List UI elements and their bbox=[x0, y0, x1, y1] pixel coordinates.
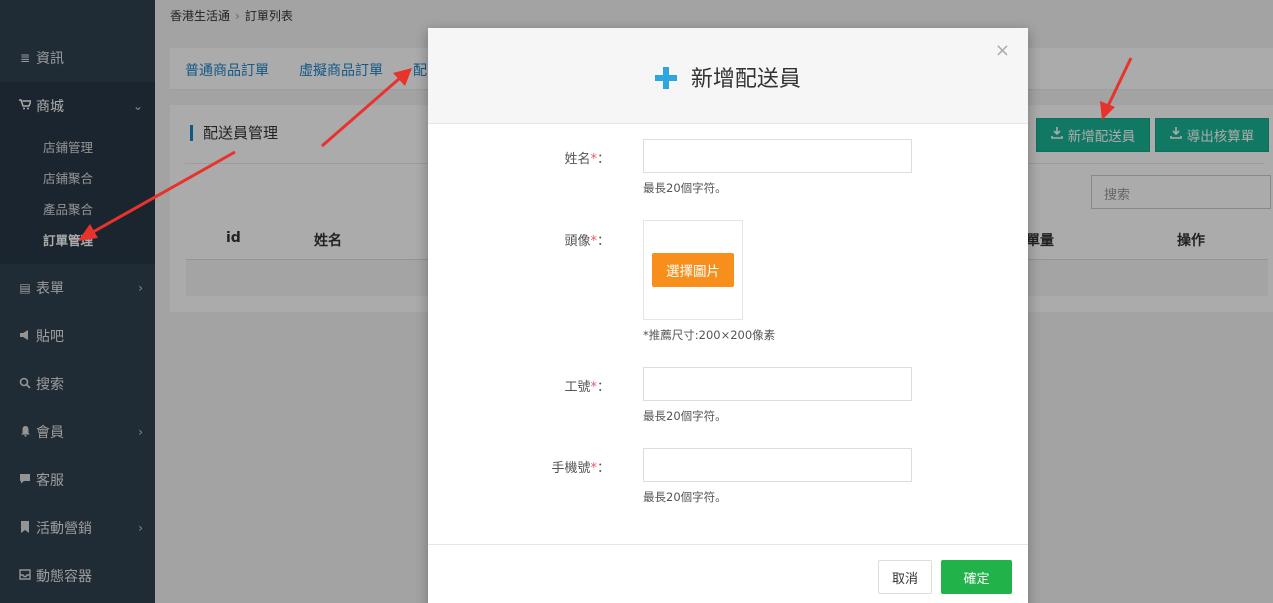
image-size-hint: *推薦尺寸:200×200像素 bbox=[643, 328, 776, 342]
close-icon[interactable]: × bbox=[995, 40, 1010, 61]
avatar-label: 頭像*： bbox=[564, 234, 610, 249]
name-help: 最長20個字符。 bbox=[643, 181, 727, 195]
plus-icon bbox=[655, 67, 685, 92]
modal-title: 新增配送員 bbox=[428, 61, 1028, 93]
add-courier-modal: 新增配送員 × 姓名*： 最長20個字符。 頭像*： 選擇圖片 *推薦尺寸:20… bbox=[428, 28, 1028, 603]
phone-help: 最長20個字符。 bbox=[643, 490, 727, 504]
cancel-button[interactable]: 取消 bbox=[878, 560, 932, 594]
job-number-input[interactable] bbox=[643, 367, 912, 401]
footer-divider bbox=[428, 544, 1028, 545]
name-input[interactable] bbox=[643, 139, 912, 173]
job-number-help: 最長20個字符。 bbox=[643, 409, 727, 423]
modal-header: 新增配送員 × bbox=[428, 28, 1028, 124]
avatar-preview: 選擇圖片 bbox=[643, 220, 743, 320]
choose-image-button[interactable]: 選擇圖片 bbox=[652, 253, 734, 287]
confirm-button[interactable]: 確定 bbox=[941, 560, 1012, 594]
name-label: 姓名*： bbox=[564, 152, 610, 167]
job-number-label: 工號*： bbox=[564, 380, 610, 395]
phone-input[interactable] bbox=[643, 448, 912, 482]
phone-label: 手機號*： bbox=[551, 461, 610, 476]
